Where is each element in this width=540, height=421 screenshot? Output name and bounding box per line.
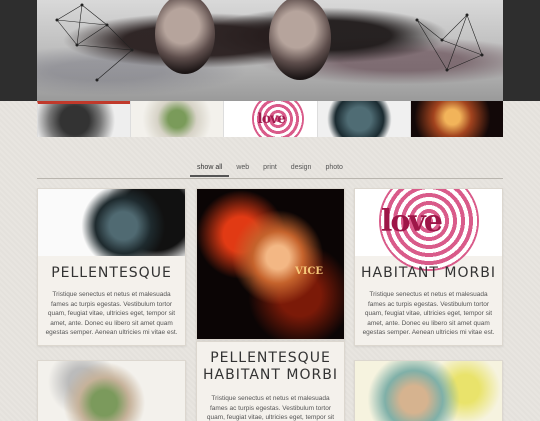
portfolio-card-2-image[interactable]: VICE (196, 188, 345, 340)
card-title: PELLENTESQUE (51, 265, 172, 281)
filter-design[interactable]: design (284, 161, 319, 177)
card-image-text: VICE (295, 266, 324, 277)
thumbnail-4[interactable] (316, 101, 410, 137)
filter-show-all[interactable]: show all (190, 161, 230, 177)
card-description: Tristique senectus et netus et malesuada… (45, 291, 178, 336)
thumbnail-2[interactable] (130, 101, 224, 137)
card-image[interactable] (355, 361, 502, 421)
thumbnail-strip: love (37, 101, 503, 137)
portfolio-card-4[interactable] (37, 360, 186, 421)
thumbnail-1[interactable] (37, 101, 131, 137)
card-description: Tristique senectus et netus et malesuada… (362, 291, 495, 336)
filter-print[interactable]: print (256, 161, 284, 177)
filter-web[interactable]: web (229, 161, 256, 177)
card-title: HABITANT MORBI (361, 265, 496, 281)
thumbnail-love-text: love (257, 111, 286, 127)
thumbnail-5[interactable] (409, 101, 503, 137)
card-title: PELLENTESQUE HABITANT MORBI (203, 350, 338, 383)
thumbnail-3[interactable]: love (223, 101, 317, 137)
hero-banner-image (37, 0, 503, 101)
portfolio-card-2[interactable]: PELLENTESQUE HABITANT MORBI Tristique se… (196, 341, 345, 421)
card-image-text: love (381, 204, 443, 239)
portfolio-card-1[interactable]: PELLENTESQUE Tristique senectus et netus… (37, 188, 186, 346)
filter-photo[interactable]: photo (318, 161, 350, 177)
portfolio-filter-bar: show all web print design photo (37, 161, 503, 179)
card-description: Tristique senectus et netus et malesuada… (206, 395, 335, 421)
hero-wireframe-graphic (55, 3, 484, 82)
card-image[interactable]: love (355, 189, 502, 271)
portfolio-card-5[interactable] (354, 360, 503, 421)
card-image[interactable] (38, 361, 185, 421)
card-image[interactable] (197, 189, 344, 339)
card-image[interactable] (38, 189, 185, 256)
portfolio-card-3[interactable]: love HABITANT MORBI Tristique senectus e… (354, 188, 503, 346)
